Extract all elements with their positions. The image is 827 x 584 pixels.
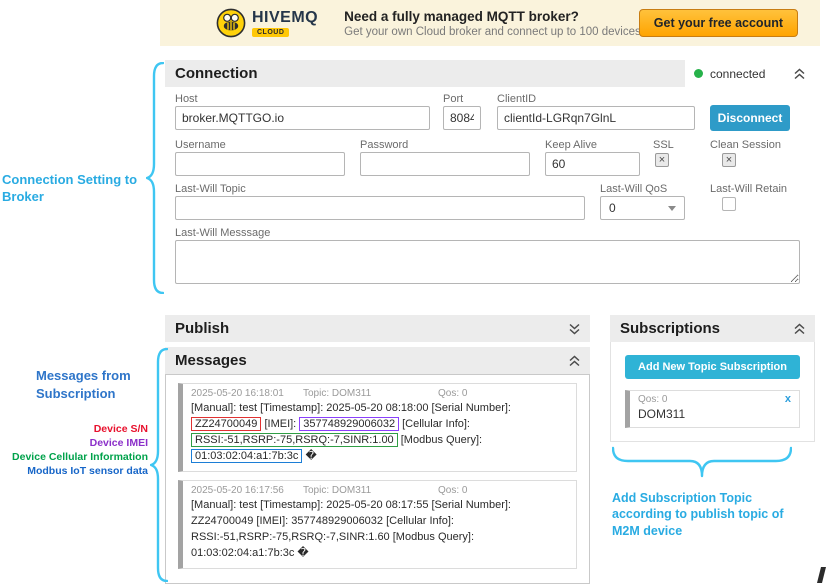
bee-icon xyxy=(216,8,246,38)
annotation-modbus-data: Modbus IoT sensor data xyxy=(27,465,148,477)
publish-header: Publish xyxy=(165,315,590,342)
clean-session-checkbox[interactable]: × xyxy=(722,153,736,167)
annotation-device-cellular: Device Cellular Information xyxy=(12,451,148,463)
host-label: Host xyxy=(175,93,198,105)
subscriptions-panel: Add New Topic Subscription Qos: 0 x DOM3… xyxy=(610,342,815,442)
message-item: 2025-05-20 16:18:01 Topic: DOM311 Qos: 0… xyxy=(178,383,577,472)
annotation-add-subscription-topic: Add Subscription Topic according to publ… xyxy=(612,490,812,539)
collapse-messages-icon[interactable] xyxy=(568,355,581,367)
subscriptions-header: Subscriptions xyxy=(610,315,815,342)
connection-brace xyxy=(146,62,164,294)
logo-wordmark: HIVEMQ xyxy=(252,10,318,26)
disconnect-button[interactable]: Disconnect xyxy=(710,105,790,131)
cellular-label-text: [Cellular Info]: xyxy=(402,418,470,430)
messages-header: Messages xyxy=(165,347,590,374)
subscription-topic: DOM311 xyxy=(638,407,791,421)
lastwill-qos-value: 0 xyxy=(609,201,616,215)
subscription-underbrace xyxy=(612,446,792,480)
connection-section: Connection connected Host Port ClientID … xyxy=(165,60,815,292)
clientid-label: ClientID xyxy=(497,93,536,105)
lastwill-topic-input[interactable] xyxy=(175,196,585,220)
password-input[interactable] xyxy=(360,152,530,176)
message-timestamp: 2025-05-20 16:18:01 xyxy=(191,388,303,399)
hivemq-banner: HIVEMQ CLOUD Need a fully managed MQTT b… xyxy=(160,0,820,46)
message-meta: 2025-05-20 16:17:56 Topic: DOM311 Qos: 0 xyxy=(191,485,568,496)
cloud-badge: CLOUD xyxy=(252,28,289,37)
device-cellular-value: RSSI:-51,RSRP:-75,RSRQ:-7,SINR:1.00 xyxy=(191,433,398,447)
annotation-device-imei: Device IMEI xyxy=(90,437,148,449)
annotation-connection-setting: Connection Setting to Broker xyxy=(2,172,154,206)
subscription-meta: Qos: 0 x xyxy=(638,394,791,405)
clean-session-label: Clean Session xyxy=(710,139,781,151)
message-item: 2025-05-20 16:17:56 Topic: DOM311 Qos: 0… xyxy=(178,480,577,569)
collapse-subscriptions-icon[interactable] xyxy=(793,323,806,335)
messages-title: Messages xyxy=(175,352,247,369)
subscription-item: Qos: 0 x DOM311 xyxy=(625,390,800,428)
ssl-label: SSL xyxy=(653,139,674,151)
message-meta: 2025-05-20 16:18:01 Topic: DOM311 Qos: 0 xyxy=(191,388,568,399)
username-label: Username xyxy=(175,139,226,151)
lastwill-message-label: Last-Will Messsage xyxy=(175,227,270,239)
connection-title: Connection xyxy=(175,65,258,82)
username-input[interactable] xyxy=(175,152,345,176)
message-text-intro: [Manual]: test [Timestamp]: 2025-05-20 0… xyxy=(191,402,511,414)
get-free-account-button[interactable]: Get your free account xyxy=(639,9,798,37)
message-qos: Qos: 0 xyxy=(438,485,467,496)
ssl-checkbox[interactable]: × xyxy=(655,153,669,167)
publish-title: Publish xyxy=(175,320,229,337)
modbus-data-value: 01:03:02:04:a1:7b:3c xyxy=(191,449,302,463)
message-body: [Manual]: test [Timestamp]: 2025-05-20 0… xyxy=(191,401,568,465)
connection-form: Host Port ClientID Disconnect Username P… xyxy=(165,87,815,292)
message-topic: Topic: DOM311 xyxy=(303,388,438,399)
messages-brace xyxy=(150,348,168,582)
banner-subtext: Get your own Cloud broker and connect up… xyxy=(344,26,683,38)
port-input[interactable] xyxy=(443,106,481,130)
lastwill-message-textarea[interactable] xyxy=(175,240,800,284)
banner-text: Need a fully managed MQTT broker? Get yo… xyxy=(344,9,683,38)
screen: HIVEMQ CLOUD Need a fully managed MQTT b… xyxy=(0,0,827,584)
keepalive-input[interactable] xyxy=(545,152,640,176)
imei-label-text: [IMEI]: xyxy=(264,418,296,430)
password-label: Password xyxy=(360,139,408,151)
dropdown-arrow-icon xyxy=(668,206,676,211)
expand-publish-icon[interactable] xyxy=(568,323,581,335)
clientid-input[interactable] xyxy=(497,106,695,130)
lastwill-retain-label: Last-Will Retain xyxy=(710,183,787,195)
connection-status-text: connected xyxy=(710,67,765,81)
message-timestamp: 2025-05-20 16:17:56 xyxy=(191,485,303,496)
lastwill-retain-checkbox[interactable] xyxy=(722,197,736,211)
host-input[interactable] xyxy=(175,106,430,130)
message-tail: � xyxy=(305,450,316,462)
modbus-label-text: [Modbus Query]: xyxy=(401,434,482,446)
subscriptions-title: Subscriptions xyxy=(620,320,720,337)
connection-status: connected xyxy=(685,60,815,87)
remove-subscription-icon[interactable]: x xyxy=(785,394,791,405)
keepalive-label: Keep Alive xyxy=(545,139,597,151)
screen-edge-artifact xyxy=(817,567,826,583)
add-subscription-button[interactable]: Add New Topic Subscription xyxy=(625,355,800,379)
collapse-connection-icon[interactable] xyxy=(793,68,806,80)
subscription-qos: Qos: 0 xyxy=(638,394,667,405)
message-topic: Topic: DOM311 xyxy=(303,485,438,496)
device-imei-value: 357748929006032 xyxy=(299,417,399,431)
connection-header: Connection connected xyxy=(165,60,815,87)
messages-panel: 2025-05-20 16:18:01 Topic: DOM311 Qos: 0… xyxy=(165,374,590,584)
port-label: Port xyxy=(443,93,463,105)
banner-headline: Need a fully managed MQTT broker? xyxy=(344,9,683,24)
message-body: [Manual]: test [Timestamp]: 2025-05-20 0… xyxy=(191,498,568,562)
message-qos: Qos: 0 xyxy=(438,388,467,399)
hivemq-logo[interactable]: HIVEMQ CLOUD xyxy=(216,8,318,38)
lastwill-qos-select[interactable]: 0 xyxy=(600,196,685,220)
annotation-messages-from-subscription: Messages from Subscription xyxy=(36,367,136,402)
lastwill-topic-label: Last-Will Topic xyxy=(175,183,246,195)
connected-dot-icon xyxy=(694,69,703,78)
device-serial-number: ZZ24700049 xyxy=(191,417,261,431)
logo-text: HIVEMQ CLOUD xyxy=(252,10,318,37)
lastwill-qos-label: Last-Will QoS xyxy=(600,183,667,195)
annotation-device-sn: Device S/N xyxy=(94,423,148,435)
